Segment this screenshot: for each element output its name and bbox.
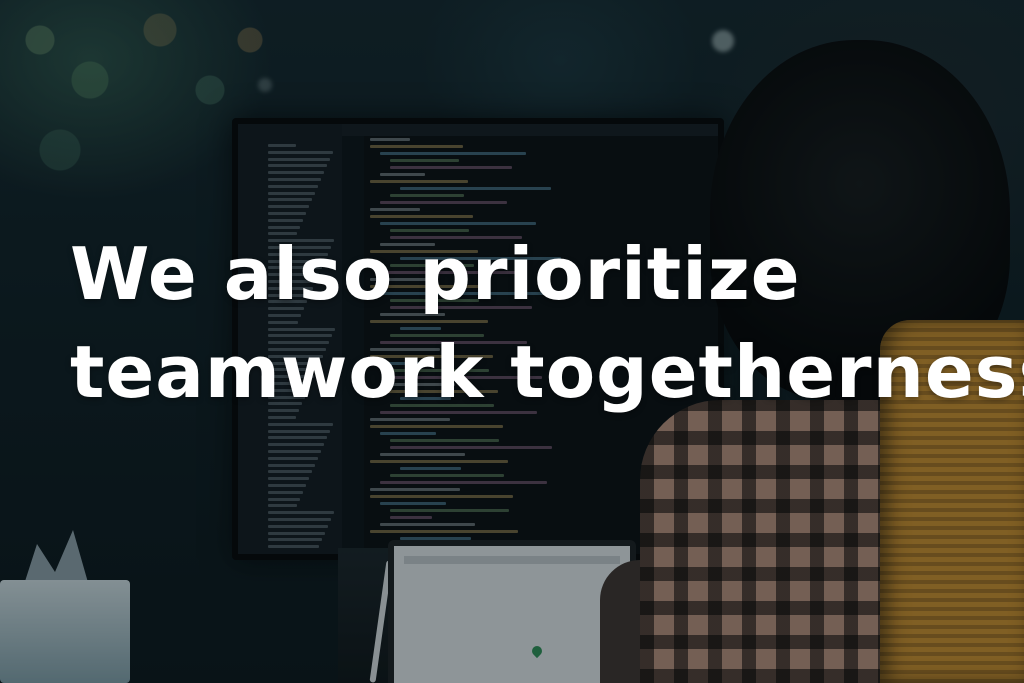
photo-background: We also prioritize teamwork togetherness xyxy=(0,0,1024,683)
headline-line-2: teamwork togetherness xyxy=(70,330,1024,414)
headline-caption: We also prioritize teamwork togetherness xyxy=(70,225,1024,421)
headline-line-1: We also prioritize xyxy=(70,232,801,316)
